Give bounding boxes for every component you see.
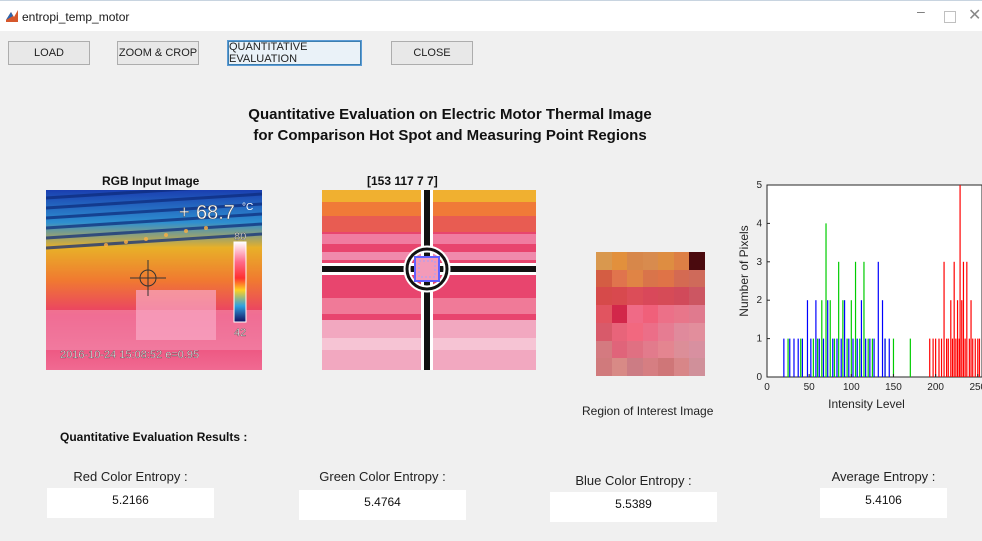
- y-tick-label: 1: [756, 334, 762, 345]
- roi-pixel: [673, 269, 690, 288]
- scale-min-label: 42: [234, 327, 246, 339]
- y-tick-label: 2: [756, 295, 762, 306]
- close-icon[interactable]: ✕: [968, 5, 981, 25]
- y-tick-label: 0: [756, 372, 762, 383]
- roi-pixel: [627, 269, 644, 288]
- rgb-input-image: + 68.7 °C 80 42 2016-10-24 15:08:52 e=0.…: [46, 190, 262, 370]
- matlab-icon: [6, 10, 18, 22]
- roi-pixel: [611, 305, 628, 324]
- roi-pixel: [673, 252, 690, 271]
- x-tick-label: 150: [885, 382, 902, 393]
- roi-pixel: [596, 358, 613, 376]
- page-title-line-2: for Comparison Hot Spot and Measuring Po…: [253, 127, 647, 144]
- roi-pixel: [596, 269, 613, 288]
- roi-pixel: [673, 358, 690, 376]
- roi-pixel: [642, 358, 659, 376]
- average-entropy-value: 5.4106: [820, 488, 947, 518]
- roi-pixel: [611, 358, 628, 376]
- roi-pixel: [611, 252, 628, 271]
- roi-pixel: [689, 269, 705, 288]
- y-tick-label: 5: [756, 180, 762, 191]
- roi-pixel: [689, 358, 705, 376]
- x-axis-label: Intensity Level: [828, 397, 905, 411]
- roi-pixel: [596, 252, 613, 271]
- roi-pixel: [611, 287, 628, 306]
- roi-pixel: [673, 305, 690, 324]
- y-tick-label: 4: [756, 218, 762, 229]
- roi-pixel: [658, 252, 675, 271]
- roi-pixel: [689, 305, 705, 324]
- red-entropy-value: 5.2166: [47, 488, 214, 518]
- roi-pixel: [611, 269, 628, 288]
- zoomed-image: [322, 190, 536, 370]
- scale-max-label: 80: [234, 231, 246, 243]
- roi-pixel: [596, 287, 613, 306]
- roi-pixel: [658, 269, 675, 288]
- roi-pixel: [642, 340, 659, 359]
- close-button[interactable]: CLOSE: [391, 41, 473, 65]
- roi-pixel: [658, 322, 675, 342]
- crosshair-marker: +: [179, 202, 190, 222]
- window-title: entropi_temp_motor: [22, 10, 130, 24]
- zoom-crop-button[interactable]: ZOOM & CROP: [117, 41, 199, 65]
- roi-pixel: [627, 358, 644, 376]
- roi-pixel: [642, 322, 659, 342]
- roi-pixel: [658, 340, 675, 359]
- roi-pixel: [596, 340, 613, 359]
- y-axis-label: Number of Pixels: [737, 225, 751, 316]
- roi-pixel: [611, 322, 628, 342]
- rgb-image-title: RGB Input Image: [102, 174, 200, 188]
- histogram-chart: 0 50 100 150 200 250 0 1 2 3 4 5 Intensity Level Numb…: [728, 178, 982, 423]
- roi-pixel: [642, 269, 659, 288]
- roi-pixel: [658, 305, 675, 324]
- roi-pixel: [689, 322, 705, 342]
- zoom-image-title: [153 117 7 7]: [367, 174, 438, 188]
- roi-pixel: [658, 358, 675, 376]
- temperature-unit: °C: [242, 202, 253, 213]
- page-title-line-1: Quantitative Evaluation on Electric Moto…: [248, 106, 652, 123]
- roi-image: [596, 252, 705, 376]
- quantitative-evaluation-button[interactable]: QUANTITATIVE EVALUATION: [227, 40, 362, 66]
- roi-pixel: [673, 287, 690, 306]
- roi-pixel: [627, 322, 644, 342]
- load-button[interactable]: LOAD: [8, 41, 90, 65]
- x-tick-label: 0: [764, 382, 770, 393]
- roi-pixel: [596, 305, 613, 324]
- roi-pixel: [642, 305, 659, 324]
- image-timestamp: 2016-10-24 15:08:52 e=0.95: [60, 349, 199, 361]
- roi-pixel: [627, 252, 644, 271]
- red-entropy-label: Red Color Entropy :: [73, 469, 188, 484]
- green-entropy-label: Green Color Entropy :: [319, 469, 446, 484]
- roi-pixel: [596, 322, 613, 342]
- window-titlebar: entropi_temp_motor – ✕: [0, 0, 982, 31]
- x-tick-label: 100: [843, 382, 860, 393]
- x-tick-label: 200: [927, 382, 944, 393]
- blue-entropy-value: 5.5389: [550, 492, 717, 522]
- temperature-reading: 68.7: [196, 202, 235, 224]
- roi-pixel: [611, 340, 628, 359]
- roi-pixel: [689, 340, 705, 359]
- minimize-icon[interactable]: –: [917, 3, 925, 19]
- roi-pixel: [689, 252, 705, 271]
- roi-pixel: [673, 322, 690, 342]
- roi-pixel: [627, 340, 644, 359]
- green-entropy-value: 5.4764: [299, 490, 466, 520]
- y-tick-label: 3: [756, 257, 762, 268]
- roi-pixel: [642, 287, 659, 306]
- roi-pixel: [627, 287, 644, 306]
- page-title: Quantitative Evaluation on Electric Moto…: [170, 104, 730, 146]
- x-tick-label: 250: [969, 382, 982, 393]
- roi-pixel: [658, 287, 675, 306]
- roi-pixel: [627, 305, 644, 324]
- roi-image-caption: Region of Interest Image: [582, 404, 714, 418]
- x-tick-label: 50: [804, 382, 816, 393]
- blue-entropy-label: Blue Color Entropy :: [575, 473, 692, 488]
- roi-pixel: [642, 252, 659, 271]
- roi-pixel: [689, 287, 705, 306]
- roi-pixel: [673, 340, 690, 359]
- results-heading: Quantitative Evaluation Results :: [60, 430, 248, 444]
- average-entropy-label: Average Entropy :: [831, 469, 936, 484]
- maximize-icon[interactable]: [944, 11, 956, 23]
